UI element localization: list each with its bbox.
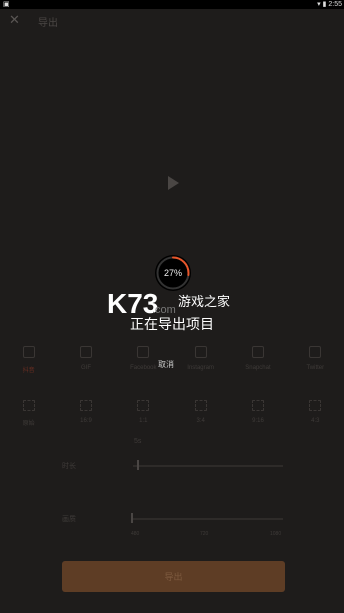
ratio-label: 3:4 [196,418,205,424]
ratio-label: 原始 [22,421,35,427]
watermark-site: 游戏之家 [178,294,231,309]
platform-label: Facebook [130,365,157,371]
platform-item[interactable]: Instagram [172,346,229,384]
instagram-icon [194,346,207,358]
ratio-frame-icon [194,400,207,411]
ratio-list: 原始 16:9 1:1 3:4 9:16 4:3 [0,400,344,432]
gif-icon [79,346,92,358]
status-bar: ▣ ▾ ▮ 2:55 [0,0,344,9]
duration-value: 5s [134,438,142,445]
twitter-icon [309,346,322,358]
ratio-item[interactable]: 4:3 [287,400,344,432]
page-title: 导出 [38,18,58,29]
export-button-label: 导出 [164,572,183,582]
ratio-frame-icon [251,400,264,411]
ratio-item[interactable]: 3:4 [172,400,229,432]
status-icons: ▾ ▮ [317,1,327,8]
platform-label: Snapchat [245,365,271,371]
ratio-label: 16:9 [80,418,92,424]
ratio-frame-icon [309,400,322,411]
ratio-item[interactable]: 9:16 [229,400,286,432]
platform-label: 抖音 [22,368,35,374]
export-button[interactable]: 导出 [62,561,285,592]
resolution-tick: 1080 [270,531,282,537]
snapchat-icon [251,346,264,358]
ratio-item[interactable]: 1:1 [115,400,172,432]
cancel-button[interactable]: 取消 [158,359,174,370]
duration-label: 时长 [62,463,76,470]
resolution-tick: 720 [200,531,209,537]
clock: 2:55 [328,1,342,8]
ratio-label: 9:16 [252,418,264,424]
duration-slider[interactable] [133,465,283,467]
platform-label: Twitter [306,365,325,371]
export-status-text: 正在导出项目 [130,316,214,332]
platform-item[interactable]: Snapchat [229,346,286,384]
platform-label: GIF [80,365,91,371]
ratio-item[interactable]: 原始 [0,400,57,432]
close-icon[interactable]: ✕ [9,12,20,28]
platform-item[interactable]: 抖音 [0,346,57,384]
notification-icon: ▣ [3,1,10,8]
duration-slider-thumb[interactable] [137,460,139,470]
play-icon[interactable] [168,176,179,190]
ratio-frame-icon [79,400,92,411]
resolution-slider-thumb[interactable] [131,513,133,523]
ratio-item[interactable]: 16:9 [57,400,114,432]
ratio-label: 1:1 [139,418,148,424]
ratio-frame-icon [22,400,35,411]
top-bar: ✕ 导出 [0,9,344,33]
ratio-label: 4:3 [311,418,320,424]
resolution-slider[interactable] [133,518,283,520]
resolution-label: 画质 [62,516,76,523]
platform-label: Instagram [187,365,214,371]
platform-item[interactable]: GIF [57,346,114,384]
facebook-icon [137,346,150,358]
ratio-frame-icon [137,400,150,411]
edit-icon [22,346,35,358]
resolution-tick: 480 [131,531,140,537]
platform-item[interactable]: Twitter [287,346,344,384]
